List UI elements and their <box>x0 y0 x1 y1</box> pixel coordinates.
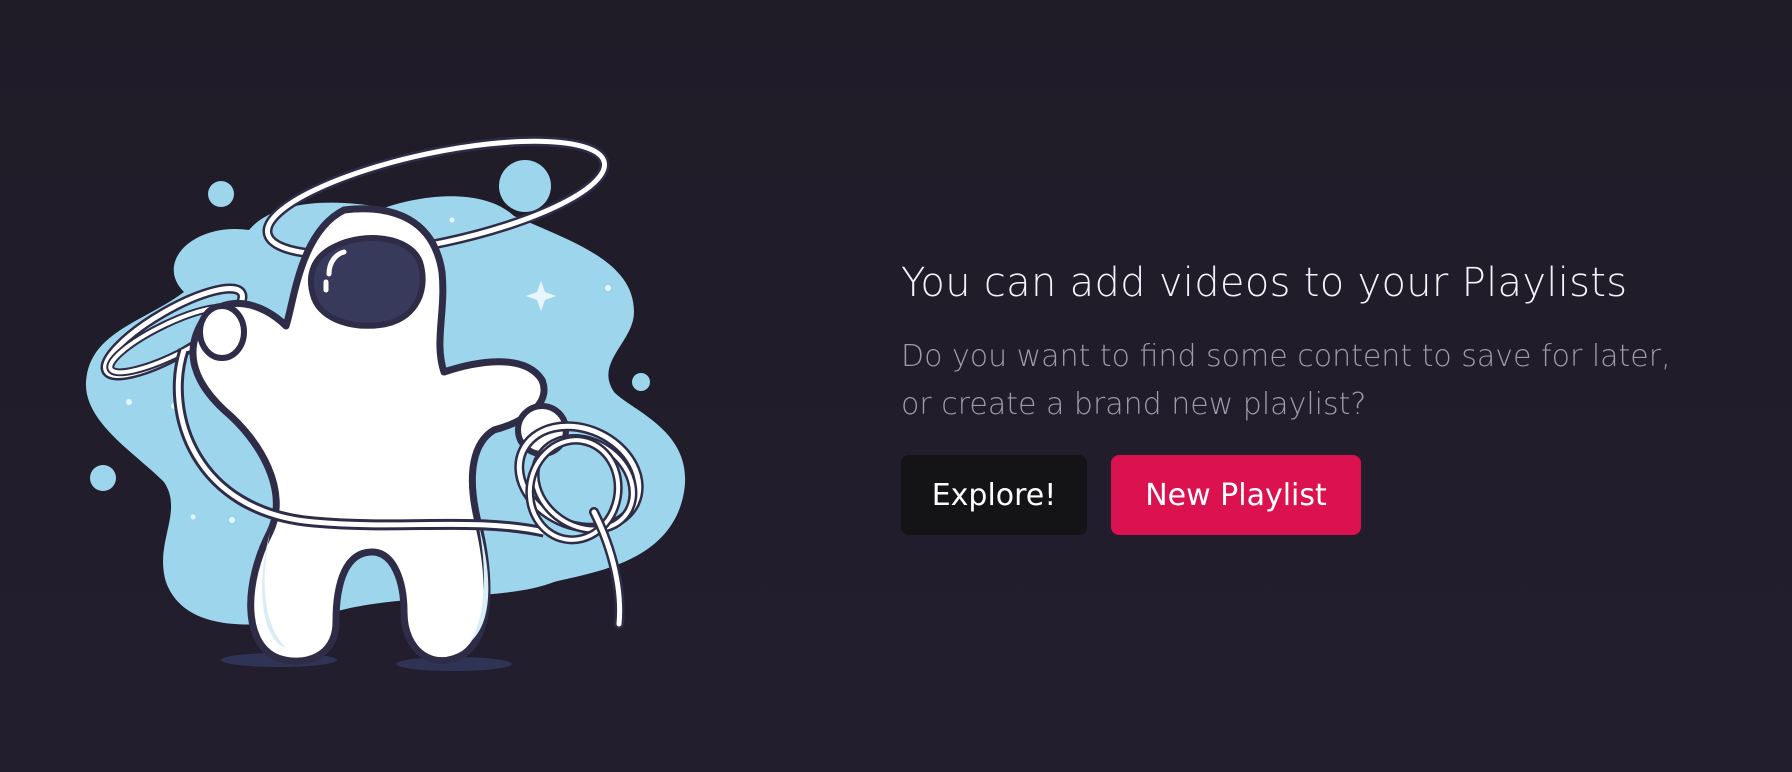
empty-state-actions: Explore! New Playlist <box>901 455 1701 535</box>
empty-state-content: You can add videos to your Playlists Do … <box>901 255 1701 535</box>
empty-state-title: You can add videos to your Playlists <box>901 260 1628 306</box>
empty-state-subtitle: Do you want to find some content to save… <box>901 339 1671 422</box>
playlists-empty-state: You can add videos to your Playlists Do … <box>0 0 1792 772</box>
new-playlist-button[interactable]: New Playlist <box>1111 455 1361 535</box>
astronaut-lasso-illustration <box>74 112 714 672</box>
explore-button[interactable]: Explore! <box>901 455 1087 535</box>
